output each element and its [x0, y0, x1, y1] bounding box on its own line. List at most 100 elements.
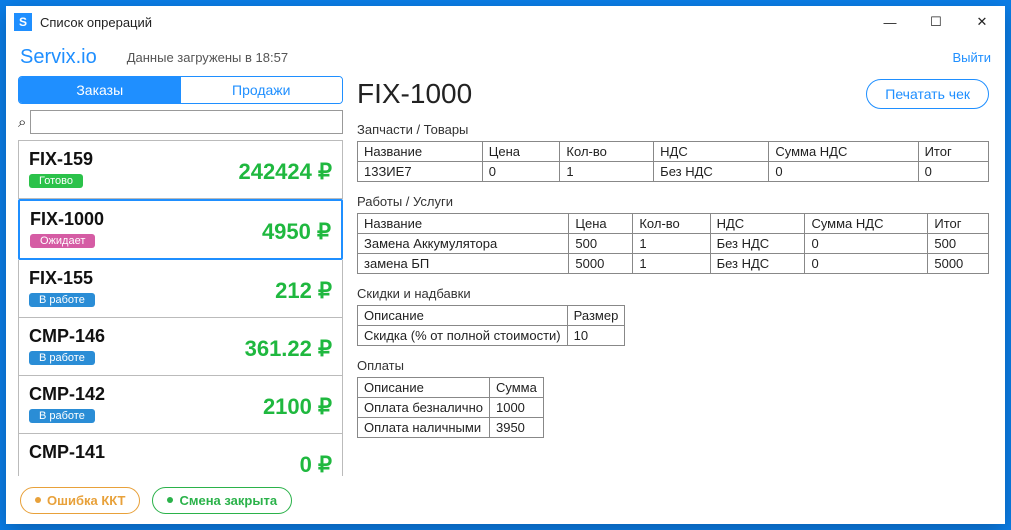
- app-icon: S: [14, 13, 32, 31]
- window-title: Список опрераций: [40, 15, 867, 30]
- cell: 0: [805, 254, 928, 274]
- order-price: 361.22 ₽: [245, 326, 332, 362]
- cell: 10: [567, 326, 625, 346]
- col-header: Кол-во: [633, 214, 710, 234]
- cell: 500: [928, 234, 989, 254]
- cell: 0: [769, 162, 918, 182]
- maximize-button[interactable]: ☐: [913, 6, 959, 38]
- order-id: CMP-142: [29, 384, 105, 405]
- order-price: 212 ₽: [275, 268, 332, 304]
- order-status-badge: В работе: [29, 409, 95, 423]
- cell: Замена Аккумулятора: [358, 234, 569, 254]
- col-header: Описание: [358, 378, 490, 398]
- col-header: НДС: [710, 214, 805, 234]
- detail-panel: FIX-1000 Печатать чек Запчасти / Товары …: [357, 76, 993, 476]
- tab-orders[interactable]: Заказы: [19, 77, 181, 103]
- order-status-badge: Ожидает: [30, 234, 95, 248]
- order-status-badge: Готово: [29, 174, 83, 188]
- cell: 0: [482, 162, 560, 182]
- cell: 5000: [569, 254, 633, 274]
- services-table: НазваниеЦенаКол-воНДССумма НДСИтог Замена…: [357, 213, 989, 274]
- order-id: FIX-1000: [30, 209, 104, 230]
- cell: 0: [918, 162, 988, 182]
- app-window: S Список опрераций — ☐ ✕ Servix.io Данны…: [6, 6, 1005, 524]
- order-status-badge: В работе: [29, 351, 95, 365]
- col-header: Сумма НДС: [769, 142, 918, 162]
- cell: 0: [805, 234, 928, 254]
- cell: замена БП: [358, 254, 569, 274]
- col-header: Итог: [918, 142, 988, 162]
- footer: Ошибка ККТ Смена закрыта: [6, 476, 1005, 524]
- parts-table: НазваниеЦенаКол-воНДССумма НДСИтог13ЗИЕ7…: [357, 141, 989, 182]
- cell: 3950: [489, 418, 543, 438]
- col-header: Цена: [482, 142, 560, 162]
- cell: Без НДС: [710, 254, 805, 274]
- cell: Без НДС: [710, 234, 805, 254]
- col-header: Размер: [567, 306, 625, 326]
- table-row: 13ЗИЕ701Без НДС00: [358, 162, 989, 182]
- cell: 500: [569, 234, 633, 254]
- left-panel: Заказы Продажи ⌕ FIX-159Готово242424 ₽FI…: [18, 76, 343, 476]
- cell: Оплата наличными: [358, 418, 490, 438]
- topbar: Servix.io Данные загружены в 18:57 Выйти: [6, 38, 1005, 76]
- order-item[interactable]: FIX-155 В работе 212 ₽: [18, 260, 343, 318]
- col-header: Кол-во: [560, 142, 654, 162]
- brand: Servix.io: [20, 46, 97, 69]
- col-header: Сумма: [489, 378, 543, 398]
- order-price: 242424 ₽: [238, 149, 332, 185]
- sync-status: Данные загружены в 18:57: [127, 50, 288, 65]
- table-row: замена БП50001Без НДС05000: [358, 254, 989, 274]
- table-row: Скидка (% от полной стоимости)10: [358, 326, 625, 346]
- col-header: Сумма НДС: [805, 214, 928, 234]
- col-header: НДС: [654, 142, 769, 162]
- search-icon: ⌕: [18, 114, 26, 131]
- shift-status-pill[interactable]: Смена закрыта: [152, 487, 292, 514]
- cell: 1: [633, 234, 710, 254]
- cell: Оплата безналично: [358, 398, 490, 418]
- order-item[interactable]: CMP-146 В работе 361.22 ₽: [18, 318, 343, 376]
- order-item[interactable]: CMP-141 0 ₽: [18, 434, 343, 476]
- col-header: Название: [358, 214, 569, 234]
- tab-sales[interactable]: Продажи: [181, 77, 343, 103]
- search-input[interactable]: [30, 110, 343, 134]
- cell: 13ЗИЕ7: [358, 162, 483, 182]
- cell: Скидка (% от полной стоимости): [358, 326, 568, 346]
- minimize-button[interactable]: —: [867, 6, 913, 38]
- orders-list[interactable]: FIX-159 Готово 242424 ₽ FIX-1000 Ожидает 4950…: [18, 140, 343, 476]
- print-receipt-button[interactable]: Печатать чек: [866, 79, 989, 109]
- order-item[interactable]: FIX-1000 Ожидает 4950 ₽: [18, 199, 343, 260]
- order-price: 4950 ₽: [262, 209, 331, 245]
- col-header: Описание: [358, 306, 568, 326]
- col-header: Название: [358, 142, 483, 162]
- table-row: Замена Аккумулятора5001Без НДС0500: [358, 234, 989, 254]
- close-button[interactable]: ✕: [959, 6, 1005, 38]
- section-discounts-title: Скидки и надбавки: [357, 286, 989, 301]
- section-services-title: Работы / Услуги: [357, 194, 989, 209]
- section-payments-title: Оплаты: [357, 358, 989, 373]
- cell: 1000: [489, 398, 543, 418]
- cell: Без НДС: [654, 162, 769, 182]
- tabs: Заказы Продажи: [18, 76, 343, 104]
- kkt-error-pill[interactable]: Ошибка ККТ: [20, 487, 140, 514]
- order-item[interactable]: FIX-159 Готово 242424 ₽: [18, 141, 343, 199]
- order-price: 2100 ₽: [263, 384, 332, 420]
- order-id: FIX-155: [29, 268, 95, 289]
- order-id: FIX-159: [29, 149, 93, 170]
- logout-link[interactable]: Выйти: [953, 50, 992, 65]
- col-header: Итог: [928, 214, 989, 234]
- order-status-badge: В работе: [29, 293, 95, 307]
- order-id: CMP-146: [29, 326, 105, 347]
- cell: 5000: [928, 254, 989, 274]
- table-row: Оплата наличными3950: [358, 418, 544, 438]
- order-id: CMP-141: [29, 442, 105, 463]
- section-parts-title: Запчасти / Товары: [357, 122, 989, 137]
- detail-title: FIX-1000: [357, 78, 472, 110]
- order-price: 0 ₽: [300, 442, 332, 476]
- discounts-table: ОписаниеРазмерСкидка (% от полной стоимо…: [357, 305, 625, 346]
- titlebar: S Список опрераций — ☐ ✕: [6, 6, 1005, 38]
- col-header: Цена: [569, 214, 633, 234]
- cell: 1: [633, 254, 710, 274]
- order-item[interactable]: CMP-142 В работе 2100 ₽: [18, 376, 343, 434]
- cell: 1: [560, 162, 654, 182]
- payments-table: ОписаниеСуммаОплата безналично1000Оплата…: [357, 377, 544, 438]
